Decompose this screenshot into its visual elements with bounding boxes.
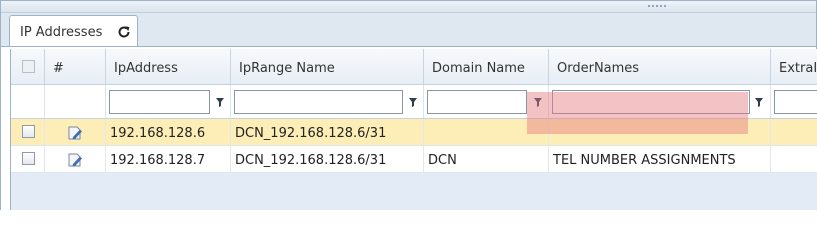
filter-cell-order-names	[549, 85, 771, 118]
cell-ip-range-name: DCN_192.168.128.6/31	[231, 119, 424, 145]
cell-ip-address: 192.168.128.7	[106, 146, 231, 172]
data-grid: # IpAddress IpRange Name Domain Name Ord…	[10, 49, 817, 210]
row-checkbox[interactable]	[22, 125, 35, 138]
window-title-bar	[1, 1, 816, 13]
filter-icon[interactable]	[216, 98, 224, 107]
cell-ip-address: 192.168.128.6	[106, 119, 231, 145]
filter-icon[interactable]	[534, 98, 542, 107]
filter-cell-ip-range-name	[231, 85, 424, 118]
filter-cell-extra	[771, 85, 817, 118]
header-select-all-cell	[11, 49, 45, 84]
resize-grip-icon[interactable]	[647, 4, 667, 8]
tab-strip: IP Addresses	[1, 13, 816, 47]
row-edit-cell	[45, 146, 106, 172]
grid-header: # IpAddress IpRange Name Domain Name Ord…	[11, 49, 817, 85]
cell-domain-name: DCN	[424, 146, 549, 172]
cell-order-names: TEL NUMBER ASSIGNMENTS	[549, 146, 771, 172]
row-select-cell	[11, 119, 45, 145]
cell-extra	[771, 119, 817, 145]
header-number[interactable]: #	[45, 49, 106, 84]
edit-icon[interactable]	[67, 125, 83, 141]
filter-empty-cell	[11, 85, 45, 118]
filter-input-ip-address[interactable]	[109, 90, 210, 114]
tab-ip-addresses[interactable]: IP Addresses	[9, 15, 138, 46]
filter-input-extra[interactable]	[774, 90, 817, 114]
cell-domain-name	[424, 119, 549, 145]
row-checkbox[interactable]	[22, 152, 35, 165]
header-order-names[interactable]: OrderNames	[549, 49, 771, 84]
row-edit-cell	[45, 119, 106, 145]
filter-icon[interactable]	[755, 98, 763, 107]
edit-icon[interactable]	[67, 152, 83, 168]
table-row[interactable]: 192.168.128.7 DCN_192.168.128.6/31 DCN T…	[11, 146, 817, 173]
filter-input-ip-range-name[interactable]	[234, 90, 403, 114]
filter-cell-ip-address	[106, 85, 231, 118]
tab-label: IP Addresses	[20, 25, 103, 40]
filter-input-domain-name[interactable]	[427, 90, 527, 114]
cell-ip-range-name: DCN_192.168.128.6/31	[231, 146, 424, 172]
tab-content: # IpAddress IpRange Name Domain Name Ord…	[1, 47, 817, 210]
filter-empty-cell	[45, 85, 106, 118]
header-extra[interactable]: ExtraI	[771, 49, 817, 84]
grid-window: IP Addresses # IpAddress IpRange Name Do…	[0, 0, 817, 210]
filter-icon[interactable]	[409, 98, 417, 107]
header-ip-range-name[interactable]: IpRange Name	[231, 49, 424, 84]
filter-cell-domain-name	[424, 85, 549, 118]
select-all-checkbox[interactable]	[22, 60, 35, 73]
refresh-icon[interactable]	[116, 24, 132, 40]
cell-extra	[771, 146, 817, 172]
table-row[interactable]: 192.168.128.6 DCN_192.168.128.6/31	[11, 119, 817, 146]
row-select-cell	[11, 146, 45, 172]
cell-order-names	[549, 119, 771, 145]
header-ip-address[interactable]: IpAddress	[106, 49, 231, 84]
filter-input-order-names[interactable]	[552, 90, 750, 114]
header-domain-name[interactable]: Domain Name	[424, 49, 549, 84]
filter-row	[11, 85, 817, 119]
